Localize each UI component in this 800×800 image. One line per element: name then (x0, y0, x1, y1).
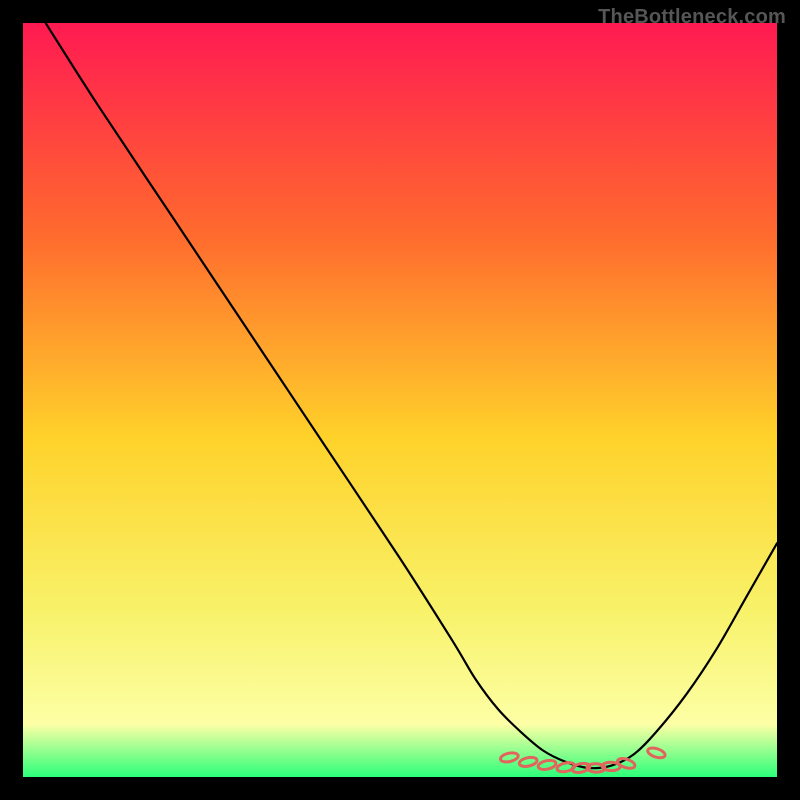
plot-area (23, 23, 777, 777)
gradient-background (23, 23, 777, 777)
chart-svg (23, 23, 777, 777)
watermark-text: TheBottleneck.com (598, 6, 786, 29)
chart-container: TheBottleneck.com (0, 0, 800, 800)
